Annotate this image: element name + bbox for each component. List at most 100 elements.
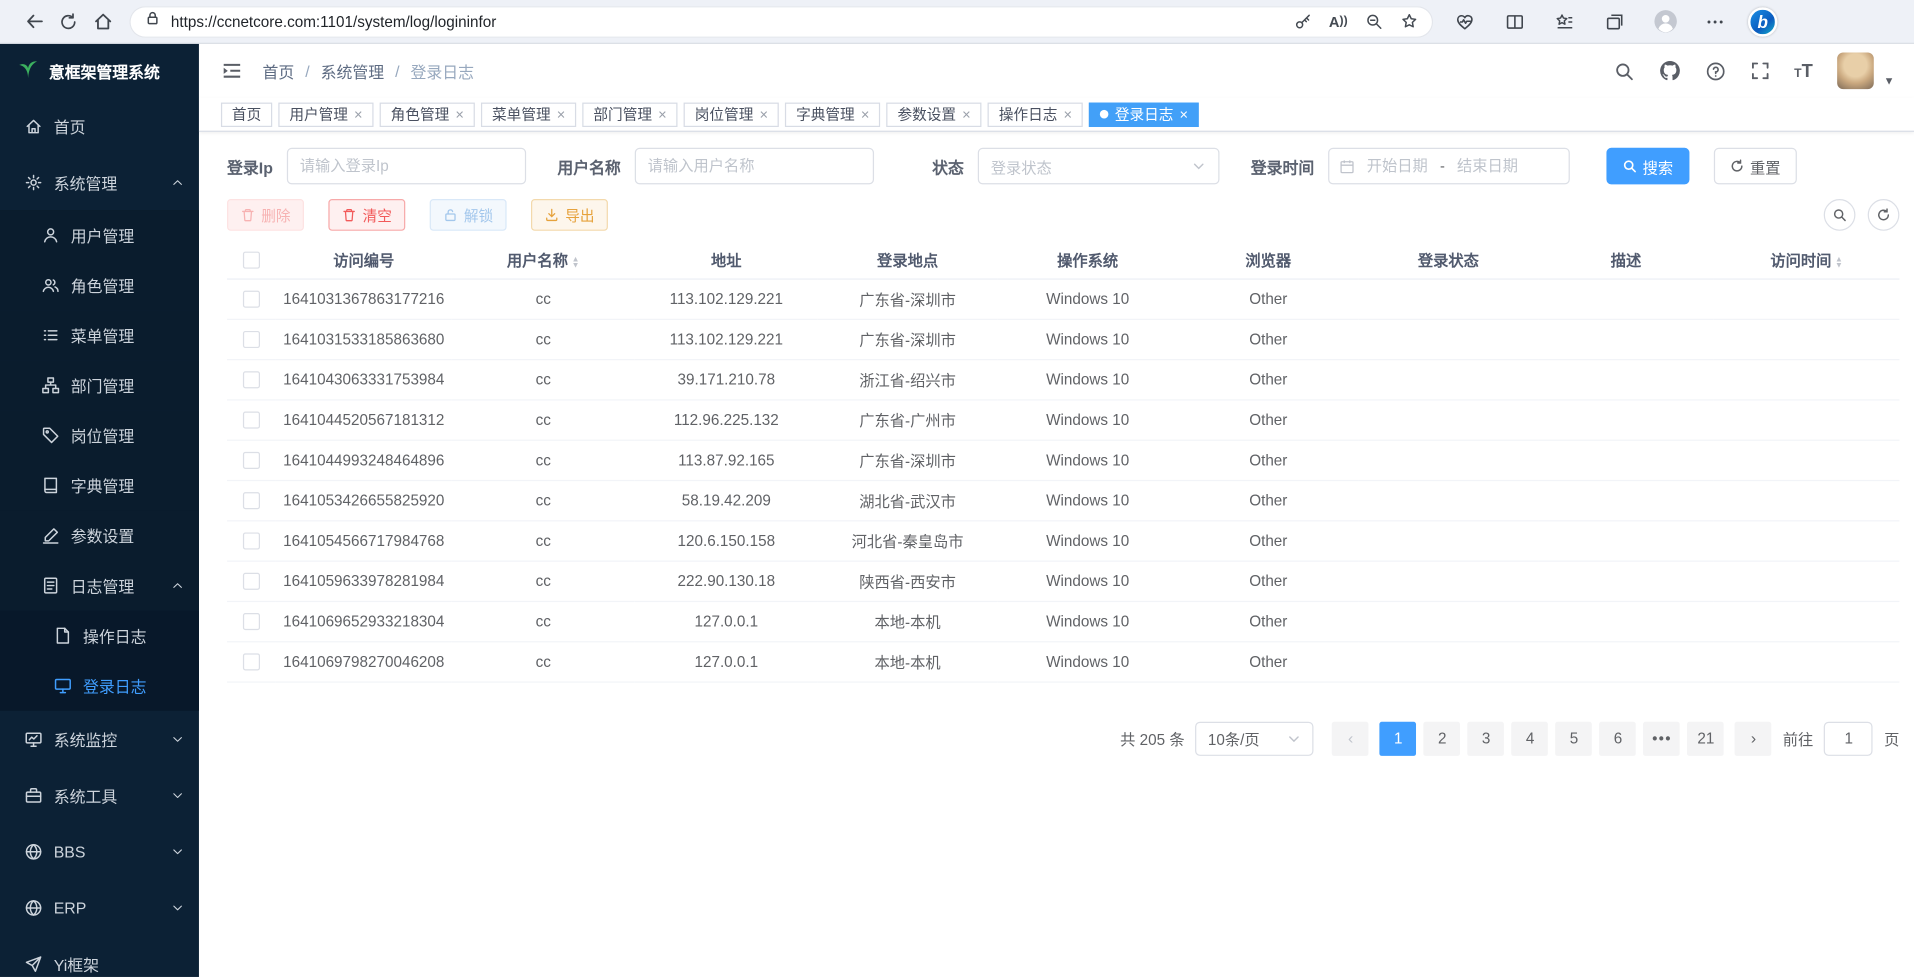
table-row[interactable]: 1641054566717984768cc120.6.150.158河北省-秦皇… <box>227 520 1899 560</box>
start-date-input[interactable] <box>1359 158 1435 175</box>
table-row[interactable]: 1641069652933218304cc127.0.0.1本地-本机Windo… <box>227 601 1899 641</box>
user-name-input[interactable] <box>634 148 873 185</box>
tab-操作日志[interactable]: 操作日志× <box>988 102 1083 126</box>
close-icon[interactable]: × <box>962 107 971 122</box>
refresh-table-button[interactable] <box>1868 199 1900 231</box>
font-size-icon[interactable]: TT <box>1794 60 1813 81</box>
close-icon[interactable]: × <box>861 107 870 122</box>
tab-用户管理[interactable]: 用户管理× <box>278 102 373 126</box>
prev-page-button[interactable]: ‹ <box>1332 721 1369 755</box>
browser-refresh-button[interactable] <box>51 4 85 38</box>
collections-icon[interactable] <box>1598 4 1632 38</box>
favorites-icon[interactable] <box>1548 4 1582 38</box>
close-icon[interactable]: × <box>557 107 566 122</box>
table-row[interactable]: 1641069798270046208cc127.0.0.1本地-本机Windo… <box>227 641 1899 681</box>
page-number-button[interactable]: 6 <box>1600 721 1637 755</box>
close-icon[interactable]: × <box>1064 107 1073 122</box>
status-select[interactable]: 登录状态 <box>977 148 1219 185</box>
browser-essentials-icon[interactable] <box>1448 4 1482 38</box>
browser-menu-icon[interactable] <box>1698 4 1732 38</box>
sidebar-item-yi-framework[interactable]: Yi框架 <box>0 935 199 977</box>
page-number-button[interactable]: 1 <box>1380 721 1417 755</box>
row-checkbox[interactable] <box>243 532 260 549</box>
clear-button[interactable]: 清空 <box>328 199 405 231</box>
tab-字典管理[interactable]: 字典管理× <box>785 102 880 126</box>
user-avatar[interactable] <box>1837 53 1874 90</box>
date-range-picker[interactable]: - <box>1328 148 1570 185</box>
row-checkbox[interactable] <box>243 613 260 630</box>
browser-back-button[interactable] <box>17 4 51 38</box>
password-key-icon[interactable] <box>1294 12 1312 30</box>
page-number-button[interactable]: 2 <box>1424 721 1461 755</box>
sidebar-item-dictionary-management[interactable]: 字典管理 <box>0 460 199 510</box>
browser-profile-avatar[interactable] <box>1648 4 1682 38</box>
row-checkbox[interactable] <box>243 492 260 509</box>
delete-button[interactable]: 删除 <box>227 199 304 231</box>
sidebar-item-bbs[interactable]: BBS <box>0 823 199 879</box>
tab-菜单管理[interactable]: 菜单管理× <box>481 102 576 126</box>
sidebar-item-role-management[interactable]: 角色管理 <box>0 260 199 310</box>
table-row[interactable]: 1641043063331753984cc39.171.210.78浙江省-绍兴… <box>227 359 1899 399</box>
row-checkbox[interactable] <box>243 331 260 348</box>
bing-copilot-icon[interactable]: b <box>1748 7 1777 36</box>
tab-角色管理[interactable]: 角色管理× <box>380 102 475 126</box>
sidebar-item-department-management[interactable]: 部门管理 <box>0 360 199 410</box>
reset-button[interactable]: 重置 <box>1713 148 1796 185</box>
page-number-button[interactable]: 3 <box>1468 721 1505 755</box>
app-logo[interactable]: 意框架管理系统 <box>0 44 199 98</box>
end-date-input[interactable] <box>1450 158 1526 175</box>
page-number-button[interactable]: 4 <box>1512 721 1549 755</box>
row-checkbox[interactable] <box>243 411 260 428</box>
sidebar-item-log-management[interactable]: 日志管理 <box>0 561 199 611</box>
sort-icon[interactable]: ▲▼ <box>1835 256 1843 268</box>
tab-登录日志[interactable]: 登录日志× <box>1089 102 1199 126</box>
row-checkbox[interactable] <box>243 573 260 590</box>
sidebar-item-erp[interactable]: ERP <box>0 879 199 935</box>
select-all-checkbox[interactable] <box>243 252 260 269</box>
login-ip-input[interactable] <box>286 148 525 185</box>
sidebar-item-parameter-settings[interactable]: 参数设置 <box>0 510 199 560</box>
page-size-select[interactable]: 10条/页 <box>1196 721 1314 755</box>
sidebar-item-home[interactable]: 首页 <box>0 98 199 154</box>
breadcrumb-item[interactable]: 首页 <box>262 59 294 82</box>
column-header[interactable]: 访问时间▲▼ <box>1714 242 1900 279</box>
sidebar-item-user-management[interactable]: 用户管理 <box>0 210 199 260</box>
close-icon[interactable]: × <box>759 107 768 122</box>
column-header[interactable]: 用户名称▲▼ <box>452 242 635 279</box>
help-icon[interactable] <box>1705 60 1726 81</box>
tab-岗位管理[interactable]: 岗位管理× <box>684 102 779 126</box>
browser-home-button[interactable] <box>85 4 119 38</box>
next-page-button[interactable]: › <box>1735 721 1772 755</box>
row-checkbox[interactable] <box>243 371 260 388</box>
close-icon[interactable]: × <box>1180 107 1189 122</box>
close-icon[interactable]: × <box>354 107 363 122</box>
breadcrumb-item[interactable]: 系统管理 <box>321 59 384 82</box>
table-row[interactable]: 1641053426655825920cc58.19.42.209湖北省-武汉市… <box>227 480 1899 520</box>
close-icon[interactable]: × <box>658 107 667 122</box>
tab-首页[interactable]: 首页 <box>221 102 272 126</box>
toggle-search-button[interactable] <box>1824 199 1856 231</box>
sidebar-item-post-management[interactable]: 岗位管理 <box>0 410 199 460</box>
sidebar-item-system-monitor[interactable]: 系统监控 <box>0 711 199 767</box>
address-bar[interactable]: https://ccnetcore.com:1101/system/log/lo… <box>129 5 1433 37</box>
table-row[interactable]: 1641031533185863680cc113.102.129.221广东省-… <box>227 319 1899 359</box>
sort-icon[interactable]: ▲▼ <box>572 256 580 268</box>
table-row[interactable]: 1641031367863177216cc113.102.129.221广东省-… <box>227 278 1899 318</box>
sidebar-item-system-management[interactable]: 系统管理 <box>0 154 199 210</box>
add-favorite-star-icon[interactable] <box>1400 12 1418 30</box>
table-row[interactable]: 1641044993248464896cc113.87.92.165广东省-深圳… <box>227 440 1899 480</box>
page-jump-input[interactable] <box>1824 721 1873 755</box>
sidebar-item-menu-management[interactable]: 菜单管理 <box>0 310 199 360</box>
avatar-caret-icon[interactable]: ▼ <box>1884 74 1895 89</box>
fullscreen-icon[interactable] <box>1750 61 1770 81</box>
read-aloud-icon[interactable]: A)) <box>1329 13 1348 30</box>
header-search-icon[interactable] <box>1614 60 1635 81</box>
search-button[interactable]: 搜索 <box>1606 148 1689 185</box>
tab-部门管理[interactable]: 部门管理× <box>582 102 677 126</box>
tab-参数设置[interactable]: 参数设置× <box>886 102 981 126</box>
page-ellipsis[interactable]: ••• <box>1644 721 1681 755</box>
row-checkbox[interactable] <box>243 653 260 670</box>
sidebar-item-operation-log[interactable]: 操作日志 <box>0 611 199 661</box>
split-screen-icon[interactable] <box>1498 4 1532 38</box>
zoom-out-icon[interactable] <box>1365 12 1383 30</box>
